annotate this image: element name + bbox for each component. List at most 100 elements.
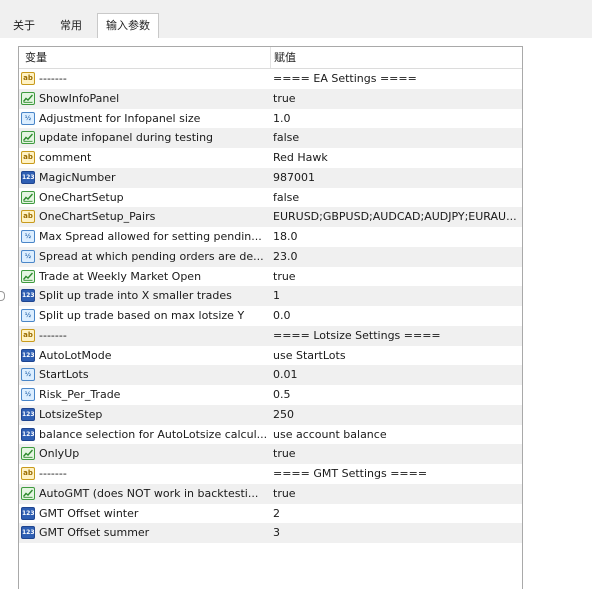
parameter-row[interactable]: 123 GMT Offset winter 2 — [19, 504, 522, 524]
parameter-row[interactable]: ab comment Red Hawk — [19, 148, 522, 168]
parameter-name: ShowInfoPanel — [39, 91, 120, 105]
parameter-row[interactable]: ½ Risk_Per_Trade 0.5 — [19, 385, 522, 405]
parameter-name: ------- — [39, 467, 67, 480]
parameter-name: Split up trade based on max lotsize Y — [39, 309, 245, 322]
parameter-name: update infopanel during testing — [39, 131, 214, 145]
parameter-name: OneChartSetup_Pairs — [39, 210, 156, 224]
integer-type-icon: 123 — [21, 427, 35, 441]
boolean-type-icon — [21, 190, 35, 204]
double-type-icon: ½ — [21, 368, 35, 382]
parameter-name: LotsizeStep — [39, 407, 103, 421]
string-type-icon: ab — [21, 328, 35, 342]
parameter-name: Risk_Per_Trade — [39, 388, 121, 401]
parameter-row[interactable]: OnlyUp true — [19, 444, 522, 465]
parameter-value[interactable]: 0.0 — [273, 306, 519, 326]
parameter-value[interactable]: 987001 — [273, 168, 519, 188]
boolean-type-icon — [21, 269, 35, 283]
parameter-row[interactable]: update infopanel during testing false — [19, 128, 522, 149]
parameter-value[interactable]: 3 — [273, 523, 519, 543]
parameter-name: ------- — [39, 328, 67, 342]
parameter-row[interactable]: ab ------- ==== EA Settings ==== — [19, 69, 522, 89]
parameter-row[interactable]: ½ StartLots 0.01 — [19, 365, 522, 386]
parameter-value[interactable]: 2 — [273, 504, 519, 524]
parameter-row[interactable]: 123 GMT Offset summer 3 — [19, 523, 522, 544]
parameter-row[interactable]: ½ Split up trade based on max lotsize Y 0.… — [19, 306, 522, 326]
parameter-value[interactable]: false — [273, 188, 519, 208]
parameter-value[interactable]: ==== GMT Settings ==== — [273, 464, 519, 484]
grid-header: 变量 赋值 — [19, 47, 522, 69]
double-type-icon: ½ — [21, 249, 35, 263]
parameter-value[interactable]: 0.01 — [273, 365, 519, 385]
parameter-name: AutoLotMode — [39, 348, 112, 362]
parameter-value[interactable]: true — [273, 484, 519, 504]
boolean-type-icon — [21, 486, 35, 500]
parameter-row[interactable]: ½ Adjustment for Infopanel size 1.0 — [19, 109, 522, 129]
parameter-row[interactable]: Trade at Weekly Market Open true — [19, 267, 522, 287]
parameter-row[interactable]: 123 AutoLotMode use StartLots — [19, 346, 522, 366]
parameter-value[interactable]: ==== EA Settings ==== — [273, 69, 519, 89]
parameter-name: MagicNumber — [39, 170, 116, 184]
integer-type-icon: 123 — [21, 526, 35, 540]
integer-type-icon: 123 — [21, 506, 35, 520]
string-type-icon: ab — [21, 151, 35, 164]
parameter-value[interactable]: 18.0 — [273, 227, 519, 247]
parameter-name: OnlyUp — [39, 447, 80, 461]
parameter-row[interactable]: ½ Max Spread allowed for setting pendin..… — [19, 227, 522, 247]
integer-type-icon: 123 — [21, 348, 35, 362]
double-type-icon: ½ — [21, 111, 35, 125]
double-type-icon: ½ — [21, 388, 35, 401]
parameter-name: AutoGMT (does NOT work in backtesti... — [39, 486, 259, 500]
parameter-row[interactable]: ½ Spread at which pending orders are de..… — [19, 246, 522, 267]
parameter-row[interactable]: OneChartSetup false — [19, 188, 522, 208]
parameter-value[interactable]: EURUSD;GBPUSD;AUDCAD;AUDJPY;EURAU... — [273, 207, 519, 227]
parameter-value[interactable]: 1.0 — [273, 109, 519, 129]
column-divider[interactable] — [270, 47, 271, 68]
parameter-name: Max Spread allowed for setting pendin... — [39, 230, 262, 243]
column-header-variable[interactable]: 变量 — [25, 47, 265, 68]
parameter-value[interactable]: true — [273, 444, 519, 464]
boolean-type-icon — [21, 131, 35, 145]
parameter-name: StartLots — [39, 368, 89, 382]
string-type-icon: ab — [21, 72, 35, 85]
parameter-value[interactable]: use account balance — [273, 425, 519, 445]
parameter-name: comment — [39, 151, 92, 164]
parameter-name: ------- — [39, 72, 67, 85]
integer-type-icon: 123 — [21, 407, 35, 421]
parameter-row[interactable]: ab ------- ==== Lotsize Settings ==== — [19, 325, 522, 346]
parameter-value[interactable]: 250 — [273, 405, 519, 425]
parameters-grid: 变量 赋值 ab ------- ==== EA Settings ==== Show… — [18, 46, 523, 589]
parameter-row[interactable]: 123 Split up trade into X smaller trades 1 — [19, 286, 522, 307]
parameter-row[interactable]: 123 LotsizeStep 250 — [19, 404, 522, 425]
parameter-row[interactable]: ab ------- ==== GMT Settings ==== — [19, 464, 522, 484]
parameter-row[interactable]: ab OneChartSetup_Pairs EURUSD;GBPUSD;AUDCA… — [19, 207, 522, 228]
double-type-icon: ½ — [21, 309, 35, 322]
column-header-value[interactable]: 赋值 — [274, 47, 514, 68]
tab-about[interactable]: 关于 — [10, 16, 38, 38]
tab-common[interactable]: 常用 — [54, 16, 88, 38]
integer-type-icon: 123 — [21, 170, 35, 184]
tab-bar: 关于 常用 输入参数 — [0, 6, 592, 41]
parameter-value[interactable]: Red Hawk — [273, 148, 519, 168]
parameter-name: GMT Offset winter — [39, 506, 139, 520]
parameter-value[interactable]: true — [273, 267, 519, 287]
parameter-name: balance selection for AutoLotsize calcul… — [39, 427, 267, 441]
integer-type-icon: 123 — [21, 289, 35, 303]
parameter-value[interactable]: 1 — [273, 286, 519, 306]
parameter-name: Trade at Weekly Market Open — [39, 269, 202, 283]
parameter-value[interactable]: false — [273, 128, 519, 148]
parameter-row[interactable]: AutoGMT (does NOT work in backtesti... tr… — [19, 483, 522, 504]
parameter-row[interactable]: 123 balance selection for AutoLotsize cal… — [19, 425, 522, 445]
parameter-name: OneChartSetup — [39, 190, 124, 204]
parameter-name: GMT Offset summer — [39, 526, 150, 540]
parameter-value[interactable]: 23.0 — [273, 247, 519, 267]
parameter-name: Split up trade into X smaller trades — [39, 289, 232, 303]
parameter-value[interactable]: 0.5 — [273, 385, 519, 405]
parameter-row[interactable]: ShowInfoPanel true — [19, 88, 522, 109]
parameter-value[interactable]: true — [273, 89, 519, 109]
parameter-row[interactable]: 123 MagicNumber 987001 — [19, 167, 522, 188]
double-type-icon: ½ — [21, 230, 35, 243]
parameter-value[interactable]: ==== Lotsize Settings ==== — [273, 326, 519, 346]
parameter-value[interactable]: use StartLots — [273, 346, 519, 366]
boolean-type-icon — [21, 447, 35, 461]
tab-inputs[interactable]: 输入参数 — [97, 13, 159, 41]
